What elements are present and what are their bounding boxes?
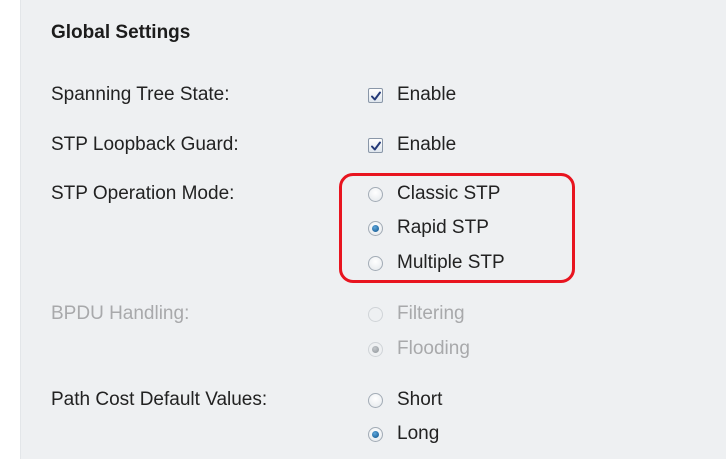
stp-mode-classic-radio[interactable] <box>368 186 383 202</box>
stp-operation-mode-label: STP Operation Mode: <box>51 183 235 204</box>
bpdu-filtering-radio <box>368 306 383 322</box>
checkmark-icon <box>371 91 381 100</box>
path-cost-default-values-label: Path Cost Default Values: <box>51 389 268 410</box>
stp-loopback-guard-enable-text: Enable <box>397 134 457 155</box>
global-settings-panel: Global Settings Spanning Tree State: Ena… <box>20 0 726 459</box>
stp-loopback-guard-checkbox[interactable] <box>368 137 383 153</box>
path-cost-long-option[interactable]: Long <box>365 421 439 447</box>
path-cost-long-text: Long <box>397 423 440 444</box>
stp-mode-classic-option[interactable]: Classic STP <box>365 181 500 207</box>
bpdu-filtering-option: Filtering <box>365 301 465 327</box>
stp-mode-multiple-radio[interactable] <box>368 255 383 271</box>
section-title: Global Settings <box>51 22 191 43</box>
bpdu-flooding-option: Flooding <box>365 336 470 362</box>
spanning-tree-state-label: Spanning Tree State: <box>51 84 230 105</box>
stp-loopback-guard-label: STP Loopback Guard: <box>51 134 239 155</box>
path-cost-short-option[interactable]: Short <box>365 387 442 413</box>
path-cost-short-radio[interactable] <box>368 392 383 408</box>
stp-mode-multiple-text: Multiple STP <box>397 252 505 273</box>
stp-mode-classic-text: Classic STP <box>397 183 501 204</box>
stp-mode-rapid-radio[interactable] <box>368 220 383 236</box>
path-cost-long-radio[interactable] <box>368 426 383 442</box>
spanning-tree-state-checkbox[interactable] <box>368 87 383 103</box>
checkmark-icon <box>371 141 381 150</box>
stp-loopback-guard-enable-option[interactable]: Enable <box>365 132 456 158</box>
spanning-tree-state-enable-option[interactable]: Enable <box>365 82 456 108</box>
bpdu-flooding-text: Flooding <box>397 338 470 359</box>
path-cost-short-text: Short <box>397 389 443 410</box>
bpdu-flooding-radio <box>368 341 383 357</box>
spanning-tree-state-enable-text: Enable <box>397 84 457 105</box>
bpdu-filtering-text: Filtering <box>397 303 465 324</box>
bpdu-handling-label: BPDU Handling: <box>51 303 190 324</box>
stp-mode-multiple-option[interactable]: Multiple STP <box>365 250 505 276</box>
stp-mode-rapid-option[interactable]: Rapid STP <box>365 215 489 241</box>
stp-mode-rapid-text: Rapid STP <box>397 217 489 238</box>
